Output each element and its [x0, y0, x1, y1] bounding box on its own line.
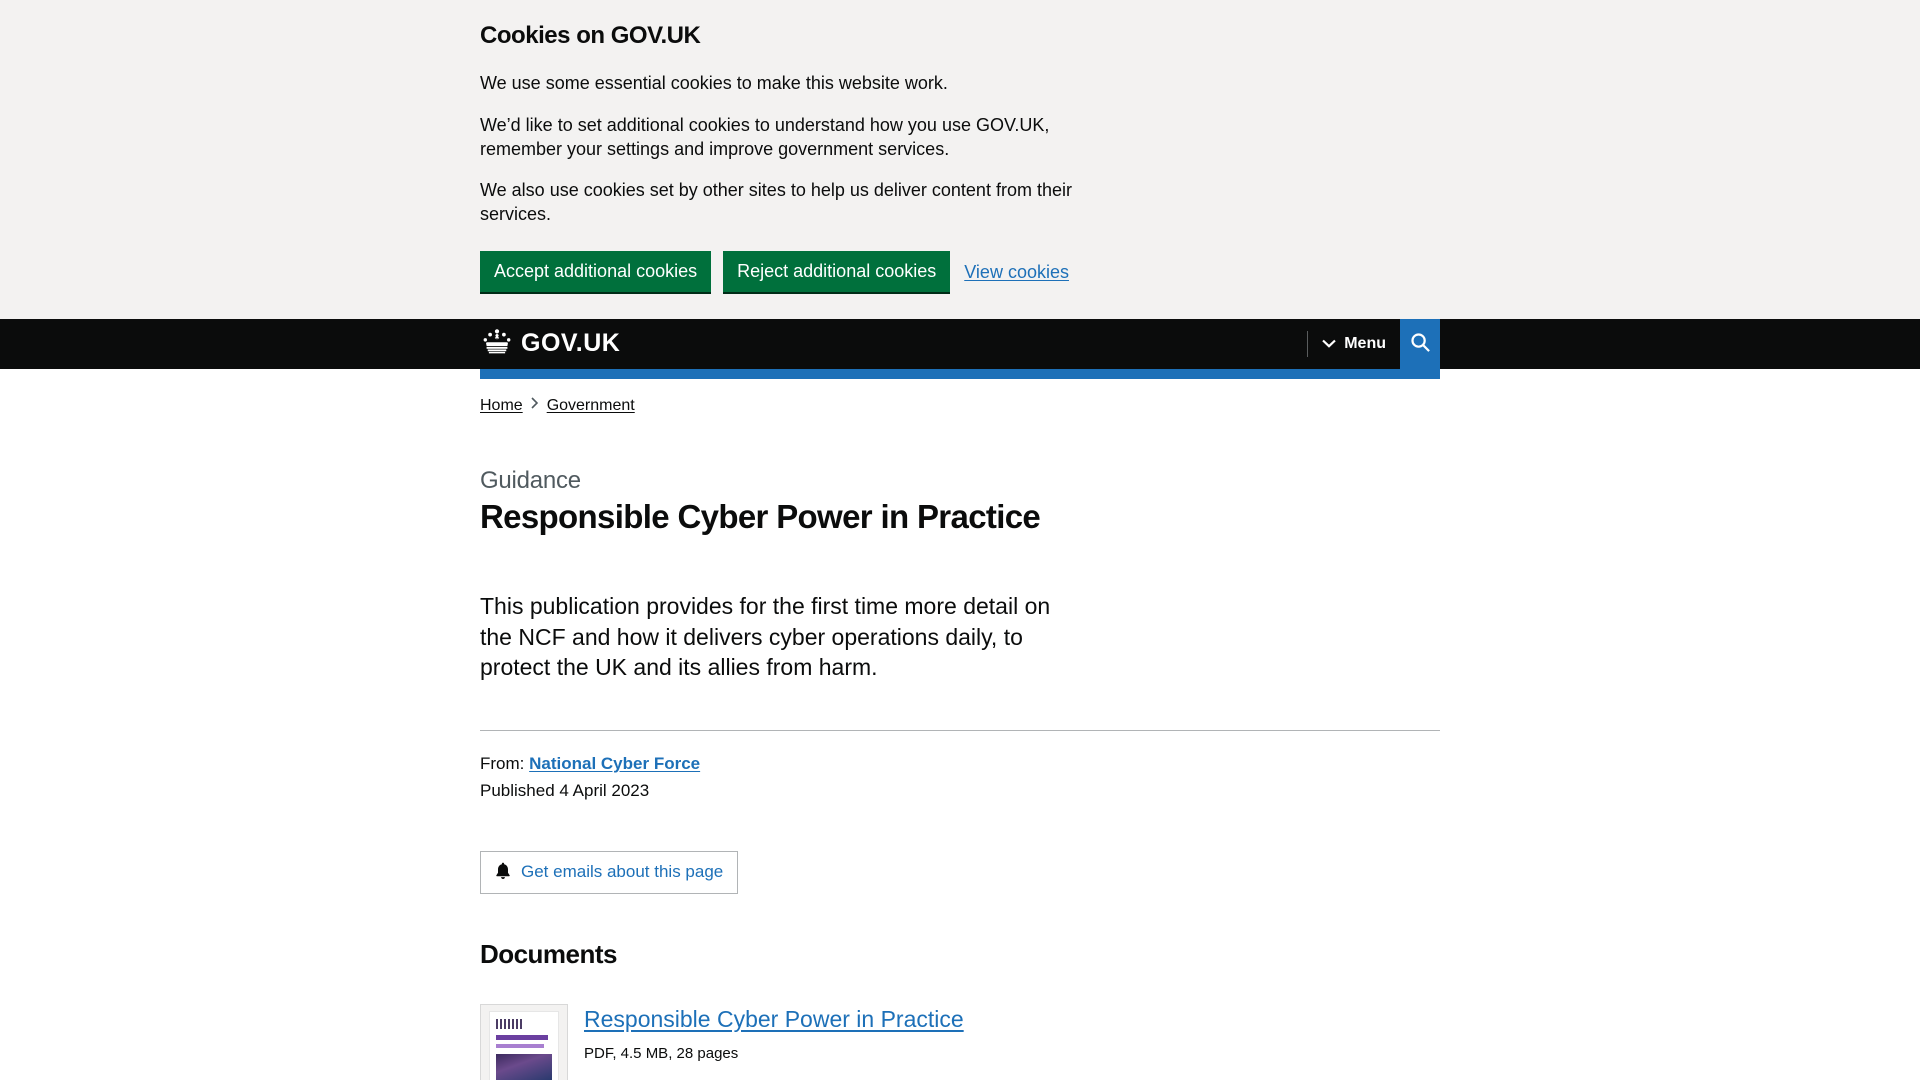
crown-icon	[480, 328, 514, 359]
menu-button[interactable]: Menu	[1322, 319, 1400, 369]
chevron-down-icon	[1322, 335, 1336, 353]
breadcrumb-chevron-icon	[531, 397, 539, 412]
page-title: Responsible Cyber Power in Practice	[480, 497, 1041, 535]
breadcrumb-item-government[interactable]: Government	[547, 397, 635, 415]
cookie-banner-title: Cookies on GOV.UK	[480, 22, 701, 49]
attachment-metadata: PDF, 4.5 MB, 28 pages	[584, 1045, 739, 1063]
govuk-header: GOV.UK Menu	[0, 318, 1920, 369]
search-button[interactable]	[1400, 318, 1440, 369]
cookie-banner-actions: Accept additional cookies Reject additio…	[480, 250, 1440, 294]
metadata-published-row: Published 4 April 2023	[480, 778, 1440, 804]
view-cookies-link[interactable]: View cookies	[962, 258, 1071, 287]
cookie-banner-paragraph-2: We’d like to set additional cookies to u…	[480, 114, 1050, 159]
cookie-banner-paragraph-3: We also use cookies set by other sites t…	[480, 180, 1072, 224]
page-description: This publication provides for the first …	[480, 593, 1051, 681]
menu-button-label: Menu	[1344, 334, 1386, 352]
thumbnail-subtitle-line	[496, 1043, 545, 1048]
organisation-link[interactable]: National Cyber Force	[529, 754, 700, 773]
published-date: 4 April 2023	[559, 781, 650, 801]
get-emails-button[interactable]: Get emails about this page	[480, 850, 739, 894]
breadcrumb: Home Government	[480, 379, 1440, 415]
govuk-logo-link[interactable]: GOV.UK	[480, 328, 620, 359]
header-divider	[1307, 330, 1309, 357]
header-right-controls: Menu	[1307, 318, 1440, 369]
search-icon	[1410, 332, 1431, 356]
govuk-logo-text: GOV.UK	[521, 328, 621, 357]
published-label: Published	[480, 781, 555, 801]
from-label: From:	[480, 753, 525, 773]
reject-cookies-button[interactable]: Reject additional cookies	[723, 250, 951, 294]
accept-cookies-button[interactable]: Accept additional cookies	[480, 250, 712, 294]
main-content: Home Government Guidance Responsible Cyb…	[480, 379, 1440, 1080]
attachment-details: Responsible Cyber Power in Practice PDF,…	[584, 1004, 1045, 1080]
bell-icon	[495, 862, 511, 883]
attachment-item: Responsible Cyber Power in Practice PDF,…	[480, 1003, 1440, 1080]
thumbnail-title-line	[496, 1034, 548, 1040]
attachment-title-link[interactable]: Responsible Cyber Power in Practice	[584, 1006, 964, 1034]
title-block: Guidance Responsible Cyber Power in Prac…	[480, 415, 1440, 535]
document-type-label: Guidance	[480, 466, 581, 494]
cookie-banner-paragraph-1: We use some essential cookies to make th…	[480, 73, 948, 93]
publication-metadata: From: National Cyber Force Published 4 A…	[480, 731, 1440, 804]
get-emails-button-label: Get emails about this page	[521, 862, 724, 882]
header-blue-bar	[480, 368, 1440, 379]
documents-heading: Documents	[480, 938, 617, 969]
attachment-thumbnail-page	[490, 1011, 558, 1080]
cookie-banner: Cookies on GOV.UK We use some essential …	[0, 0, 1920, 319]
thumbnail-photo-operators	[496, 1053, 552, 1080]
breadcrumb-item-home[interactable]: Home	[480, 397, 523, 415]
metadata-from-row: From: National Cyber Force	[480, 751, 1440, 777]
thumbnail-logo-mark	[496, 1018, 522, 1029]
attachment-thumbnail[interactable]	[480, 1003, 568, 1080]
